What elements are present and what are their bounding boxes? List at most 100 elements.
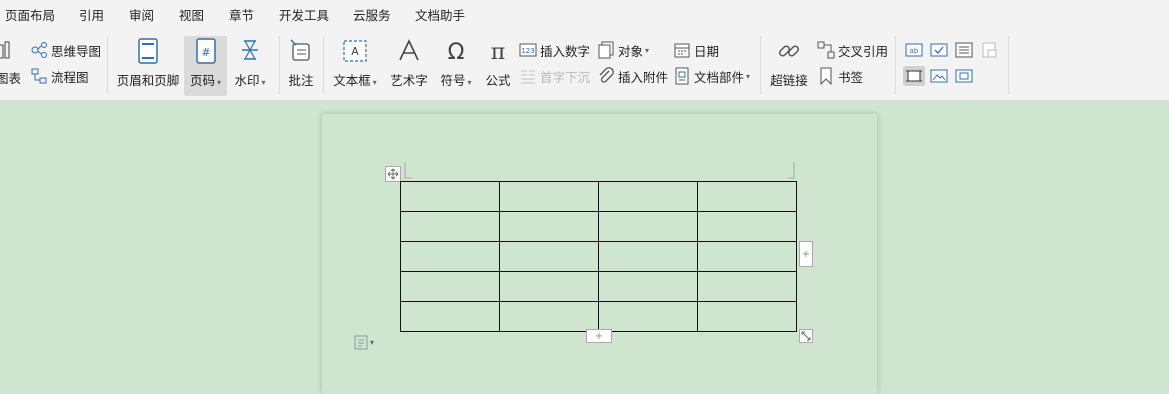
docparts-icon [673, 67, 691, 85]
wordart-icon [389, 36, 429, 66]
bookmark-icon [817, 67, 835, 85]
checkbox-field-icon-button[interactable] [928, 40, 950, 60]
menu-references[interactable]: 引用 [79, 5, 104, 24]
wordart-button[interactable]: 艺术字 [389, 36, 429, 96]
chevron-down-icon: ▾ [645, 45, 650, 55]
frame-icon [906, 70, 922, 82]
symbol-button[interactable]: Ω 符号 ▾ [438, 36, 474, 96]
table-cell[interactable] [400, 241, 500, 272]
group-field-icon-button[interactable] [953, 66, 975, 86]
table-row [400, 271, 797, 302]
plus-icon: + [801, 248, 811, 260]
table-cell[interactable] [400, 211, 500, 242]
menu-doc-assistant[interactable]: 文档助手 [415, 5, 465, 24]
table-cell[interactable] [697, 301, 797, 332]
flowchart-button[interactable]: 流程图 [30, 66, 89, 86]
date-button[interactable]: 日期 [673, 40, 719, 60]
list-field-icon-button[interactable] [953, 40, 975, 60]
attachment-button[interactable]: 插入附件 [597, 66, 668, 86]
textbox-button[interactable]: A 文本框 ▾ [331, 36, 379, 96]
hyperlink-label: 超链接 [770, 73, 808, 88]
dropcap-button: 首字下沉 [519, 66, 590, 86]
menu-page-layout[interactable]: 页面布局 [5, 5, 55, 24]
table-cell[interactable] [697, 241, 797, 272]
frame-icon-button[interactable] [903, 66, 925, 86]
bookmark-button[interactable]: 书签 [817, 66, 863, 86]
flowchart-icon [30, 67, 48, 85]
bookmark-label: 书签 [838, 69, 864, 85]
add-column-button[interactable]: + [799, 241, 813, 267]
menu-review[interactable]: 审阅 [129, 5, 154, 24]
table-cell[interactable] [499, 241, 599, 272]
calendar-icon [673, 41, 691, 59]
table-cell[interactable] [598, 301, 698, 332]
mindmap-button[interactable]: 思维导图 [30, 40, 101, 60]
chevron-down-icon: ▾ [217, 78, 222, 87]
move-icon [387, 168, 399, 180]
dropcap-label: 首字下沉 [540, 69, 591, 85]
ribbon-separator [323, 36, 324, 94]
crossref-label: 交叉引用 [838, 43, 889, 59]
menu-view[interactable]: 视图 [179, 5, 204, 24]
link-icon [768, 36, 810, 66]
chevron-down-icon: ▾ [746, 71, 751, 81]
menu-developer[interactable]: 开发工具 [279, 5, 329, 24]
table-cell[interactable] [598, 241, 698, 272]
table-move-handle[interactable] [385, 166, 401, 182]
table-cell[interactable] [400, 181, 500, 212]
clipboard-icon [354, 335, 368, 350]
table-row [400, 241, 797, 272]
symbol-label: 符号 [440, 73, 466, 88]
table-cell[interactable] [499, 271, 599, 302]
comment-label: 批注 [288, 73, 314, 88]
attachment-label: 插入附件 [618, 69, 669, 85]
mindmap-icon [30, 41, 48, 59]
header-footer-icon [115, 36, 181, 66]
crossref-button[interactable]: 交叉引用 [817, 40, 888, 60]
formula-button[interactable]: π 公式 [483, 36, 513, 96]
object-button[interactable]: 对象 ▾ [597, 40, 649, 60]
ribbon-separator [1008, 36, 1009, 94]
comment-button[interactable]: 批注 [285, 36, 317, 96]
mindmap-label: 思维导图 [51, 43, 102, 59]
table-cell[interactable] [598, 181, 698, 212]
menu-chapter[interactable]: 章节 [229, 5, 254, 24]
chart-icon-button[interactable] [0, 40, 13, 60]
table-cell[interactable] [499, 181, 599, 212]
date-label: 日期 [694, 43, 720, 59]
chart-button[interactable]: 图表 [0, 67, 21, 87]
textbox-icon: A [331, 36, 379, 66]
table-cell[interactable] [400, 301, 500, 332]
table-resize-handle[interactable] [799, 329, 813, 343]
chevron-down-icon: ▾ [467, 78, 472, 87]
table-cell[interactable] [400, 271, 500, 302]
table-cell[interactable] [697, 211, 797, 242]
header-footer-button[interactable]: 页眉和页脚 [115, 36, 181, 96]
document-page[interactable]: + + ▾ [322, 114, 877, 394]
table-cell[interactable] [697, 271, 797, 302]
watermark-label: 水印 [234, 73, 260, 88]
table-cell[interactable] [499, 211, 599, 242]
docparts-button[interactable]: 文档部件 ▾ [673, 66, 750, 86]
page-number-button[interactable]: # 页码 ▾ [184, 36, 227, 96]
paste-options-button[interactable]: ▾ [354, 334, 374, 350]
resize-icon [801, 331, 811, 341]
ribbon-separator [895, 36, 896, 94]
svg-text:#: # [201, 46, 210, 59]
watermark-button[interactable]: 水印 ▾ [231, 36, 269, 96]
chevron-down-icon: ▾ [370, 337, 375, 347]
document-table[interactable] [400, 181, 797, 332]
formula-label: 公式 [485, 73, 511, 88]
menu-cloud-service[interactable]: 云服务 [353, 5, 391, 24]
add-row-button[interactable]: + [586, 329, 612, 343]
table-cell[interactable] [499, 301, 599, 332]
table-cell[interactable] [697, 181, 797, 212]
page-number-icon: # [184, 36, 227, 66]
picture-field-icon-button[interactable] [928, 66, 950, 86]
table-cell[interactable] [598, 211, 698, 242]
insert-number-button[interactable]: 123 插入数字 [519, 40, 590, 60]
table-cell[interactable] [598, 271, 698, 302]
form-field-icon-button[interactable]: ab [903, 40, 925, 60]
table-row [400, 181, 797, 212]
hyperlink-button[interactable]: 超链接 [768, 36, 810, 96]
